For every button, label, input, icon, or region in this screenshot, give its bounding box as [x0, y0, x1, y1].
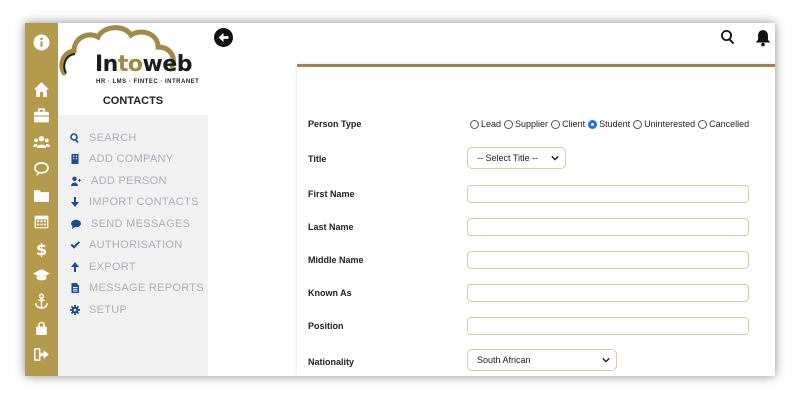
radio-uninterested[interactable]: Uninterested — [633, 119, 695, 129]
radio-button[interactable] — [633, 119, 643, 129]
menu-item-label: AUTHORISATION — [89, 239, 183, 252]
gear-icon — [70, 304, 80, 315]
person-type-radio-group: Lead Supplier Client Student Unintereste… — [470, 119, 752, 129]
menu-item-label: MESSAGE REPORTS — [89, 282, 204, 295]
logo-tagline: HR · LMS · FINTEC · INTRANET — [96, 79, 200, 85]
anchor-icon[interactable] — [32, 292, 51, 311]
menu-item-label: ADD COMPANY — [89, 153, 174, 166]
last-name-input[interactable] — [467, 218, 749, 236]
nationality-label: Nationality — [308, 357, 355, 367]
info-icon[interactable] — [32, 33, 51, 52]
lock-icon[interactable] — [32, 318, 51, 337]
radio-student[interactable]: Student — [588, 119, 630, 129]
radio-supplier[interactable]: Supplier — [504, 119, 548, 129]
middle-name-label: Middle Name — [308, 255, 364, 265]
briefcase-icon[interactable] — [32, 106, 51, 125]
calendar-icon[interactable] — [32, 212, 51, 231]
check-icon — [70, 241, 80, 249]
menu-item-add-company[interactable]: ADD COMPANY — [58, 149, 208, 171]
search-icon — [70, 132, 79, 143]
person-type-label: Person Type — [308, 119, 362, 129]
bell-icon[interactable] — [754, 29, 772, 47]
graduation-cap-icon[interactable] — [32, 265, 51, 284]
sign-out-icon[interactable] — [32, 345, 51, 364]
menu-item-label: IMPORT CONTACTS — [89, 196, 199, 209]
position-input[interactable] — [467, 317, 749, 335]
logo-wordmark: Intoweb — [95, 52, 192, 77]
user-plus-icon — [71, 176, 81, 186]
menu-item-export[interactable]: EXPORT — [58, 256, 208, 278]
radio-client[interactable]: Client — [551, 119, 585, 129]
building-icon — [71, 154, 79, 165]
arrow-left-icon — [218, 32, 229, 43]
title-select-value: -- Select Title -- — [477, 153, 539, 163]
dollar-icon[interactable]: $ — [32, 239, 51, 258]
radio-button[interactable] — [504, 119, 514, 129]
search-icon[interactable] — [720, 29, 736, 45]
side-menu: Intoweb HR · LMS · FINTEC · INTRANET CON… — [58, 23, 208, 376]
icon-rail: $ — [25, 23, 58, 376]
menu-item-label: SEND MESSAGES — [91, 217, 191, 230]
title-select[interactable]: -- Select Title -- — [467, 147, 566, 169]
report-icon — [71, 283, 79, 294]
menu-item-message-reports[interactable]: MESSAGE REPORTS — [58, 278, 208, 300]
chat-icon[interactable] — [32, 159, 51, 178]
back-button[interactable] — [214, 28, 233, 47]
chevron-down-icon — [551, 155, 559, 161]
menu-item-setup[interactable]: SETUP — [58, 299, 208, 321]
menu-item-authorisation[interactable]: AUTHORISATION — [58, 235, 208, 257]
nationality-select[interactable]: South African — [467, 349, 617, 371]
menu-item-send-messages[interactable]: SEND MESSAGES — [58, 213, 208, 235]
radio-button[interactable] — [551, 119, 561, 129]
menu-item-add-person[interactable]: ADD PERSON — [58, 170, 208, 192]
menu-list: SEARCH ADD COMPANY ADD PERSON IMPORT CON… — [58, 127, 208, 321]
first-name-label: First Name — [308, 189, 355, 199]
menu-item-label: SETUP — [89, 303, 128, 316]
users-icon[interactable] — [32, 133, 51, 152]
radio-cancelled[interactable]: Cancelled — [698, 119, 749, 129]
position-label: Position — [308, 321, 344, 331]
nationality-select-value: South African — [477, 355, 531, 365]
comment-icon — [71, 219, 81, 229]
chevron-down-icon — [602, 357, 610, 363]
radio-button[interactable] — [470, 119, 479, 129]
arrow-up-icon — [71, 261, 79, 272]
last-name-label: Last Name — [308, 222, 354, 232]
arrow-down-icon — [71, 197, 79, 208]
menu-item-label: EXPORT — [89, 260, 136, 273]
menu-item-search[interactable]: SEARCH — [58, 127, 208, 149]
app-window: $ Intoweb HR · LMS · FINTEC · INTRANET C… — [25, 23, 775, 376]
radio-button[interactable] — [698, 119, 708, 129]
menu-item-label: SEARCH — [89, 131, 137, 144]
middle-name-input[interactable] — [467, 251, 749, 269]
home-icon[interactable] — [32, 80, 51, 99]
known-as-label: Known As — [308, 288, 352, 298]
first-name-input[interactable] — [467, 185, 749, 203]
known-as-input[interactable] — [467, 284, 749, 302]
menu-item-label: ADD PERSON — [91, 174, 167, 187]
title-label: Title — [308, 154, 327, 164]
svg-text:$: $ — [36, 240, 47, 257]
folder-icon[interactable] — [32, 186, 51, 205]
menu-item-import-contacts[interactable]: IMPORT CONTACTS — [58, 192, 208, 214]
radio-lead[interactable]: Lead — [470, 119, 501, 129]
radio-button-selected[interactable] — [588, 119, 598, 129]
section-title: CONTACTS — [102, 95, 164, 107]
